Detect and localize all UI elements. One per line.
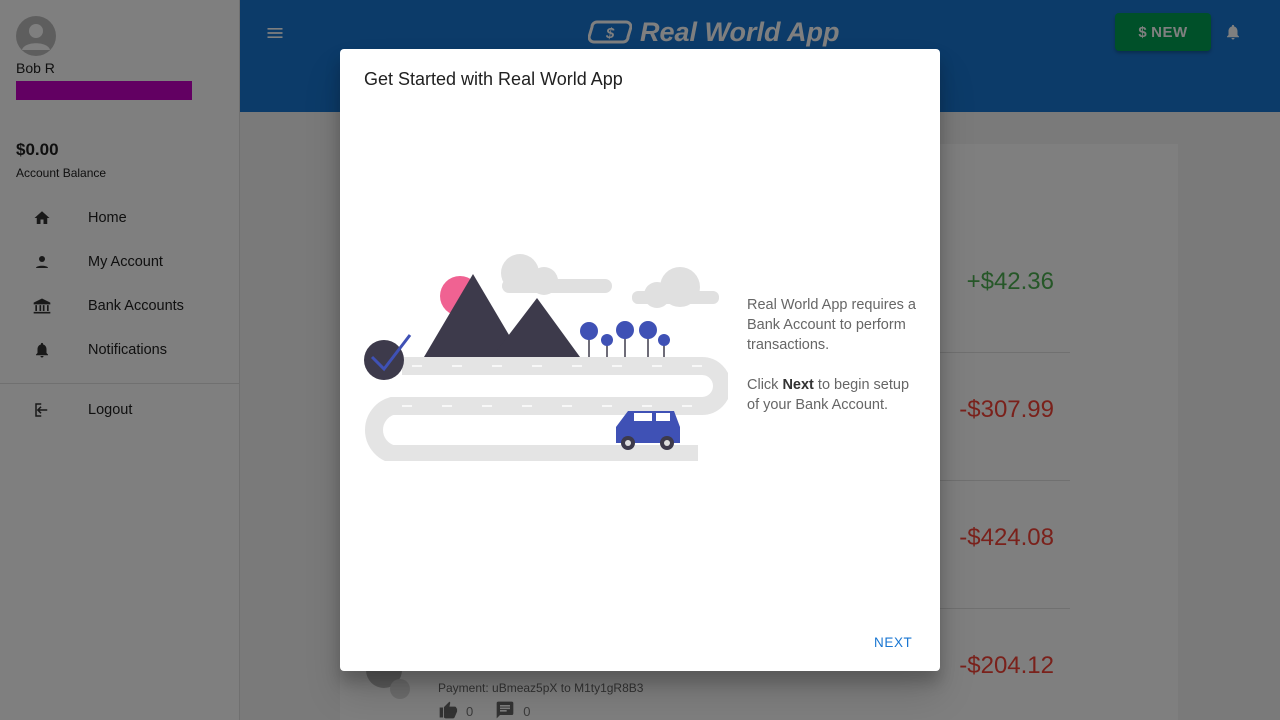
next-button[interactable]: NEXT [874,635,912,650]
instruction-bold: Next [782,377,814,393]
dialog-body: Real World App requires a Bank Account t… [747,295,925,435]
dialog-text-requirement: Real World App requires a Bank Account t… [747,297,916,353]
onboarding-dialog: Get Started with Real World App Real Wor… [340,49,940,671]
dialog-title: Get Started with Real World App [364,69,623,89]
instruction-prefix: Click [747,377,783,393]
dialog-text-instruction: Click Next to begin setup of your Bank A… [747,375,925,415]
onboarding-illustration [362,251,731,463]
